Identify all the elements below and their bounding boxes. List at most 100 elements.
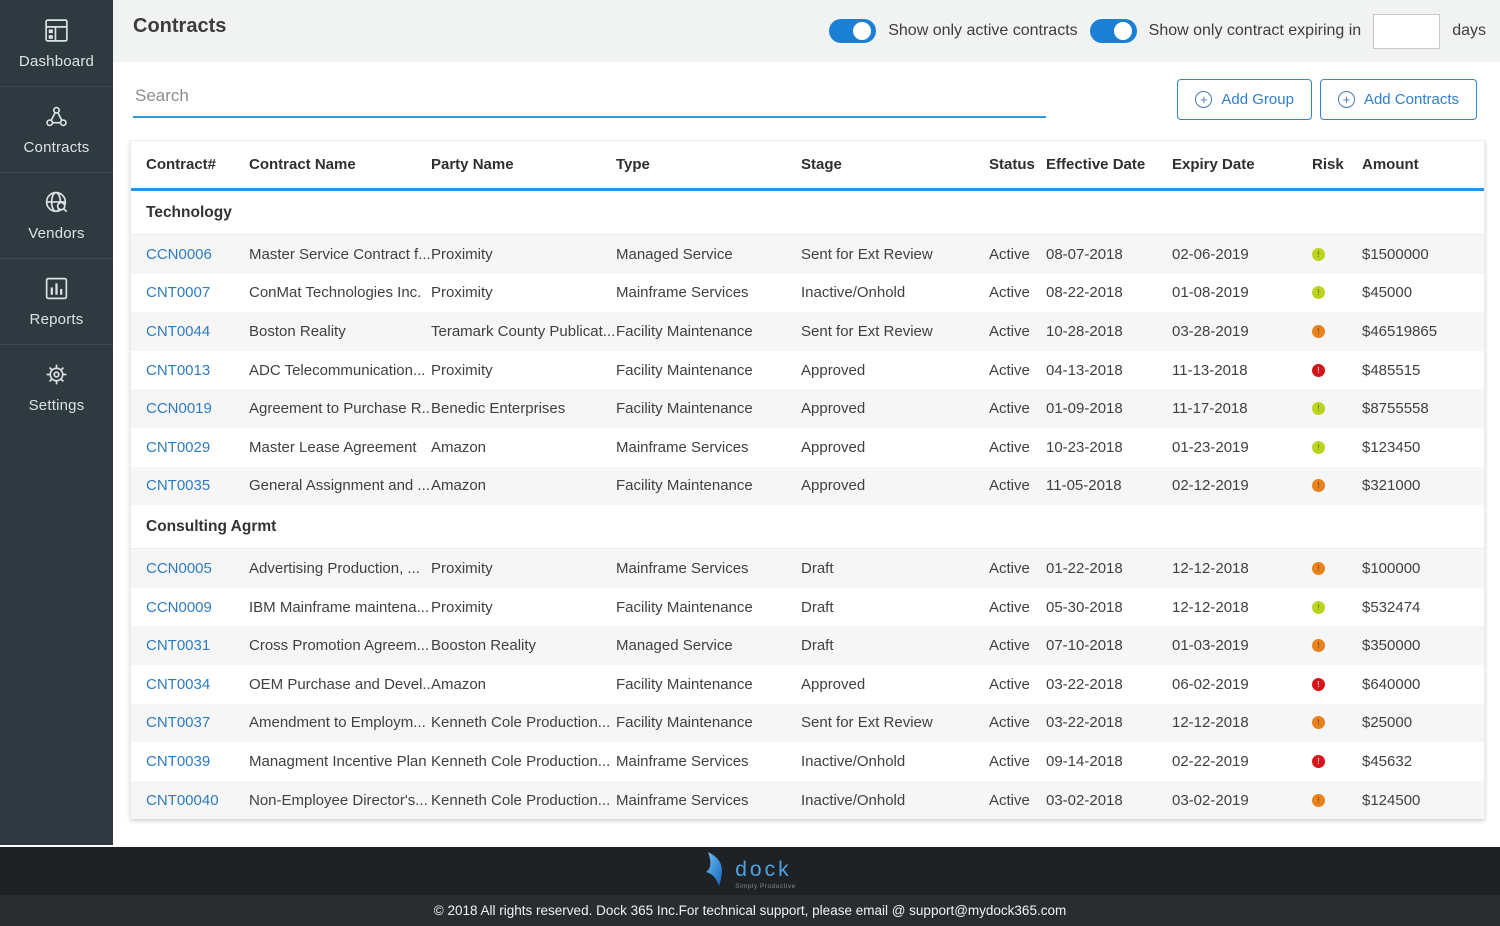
stage-cell: Sent for Ext Review bbox=[801, 246, 989, 263]
contract-number-link[interactable]: CNT0037 bbox=[146, 714, 210, 731]
group-header-row: Consulting Agrmt bbox=[131, 505, 1484, 549]
contract-number-link[interactable]: CNT0039 bbox=[146, 753, 210, 770]
contract-name-cell: ConMat Technologies Inc. bbox=[249, 284, 431, 301]
amount-cell: $1500000 bbox=[1362, 246, 1484, 263]
column-header[interactable]: Stage bbox=[801, 156, 989, 173]
days-suffix-label: days bbox=[1452, 22, 1486, 40]
add-contracts-label: Add Contracts bbox=[1364, 91, 1459, 108]
effective-date-cell: 10-23-2018 bbox=[1046, 439, 1172, 456]
status-cell: Active bbox=[989, 284, 1046, 301]
sidebar-item-reports[interactable]: Reports bbox=[0, 258, 113, 344]
effective-date-cell: 09-14-2018 bbox=[1046, 753, 1172, 770]
stage-cell: Approved bbox=[801, 400, 989, 417]
stage-cell: Approved bbox=[801, 362, 989, 379]
contract-number-link[interactable]: CNT00040 bbox=[146, 792, 219, 809]
contract-number-link[interactable]: CCN0009 bbox=[146, 599, 212, 616]
sidebar-item-settings[interactable]: Settings bbox=[0, 344, 113, 430]
column-header[interactable]: Status bbox=[989, 156, 1046, 173]
dock-logo-text: dock bbox=[735, 859, 796, 880]
page-title: Contracts bbox=[133, 15, 226, 38]
contract-name-cell: Master Lease Agreement bbox=[249, 439, 431, 456]
contract-number-link[interactable]: CNT0029 bbox=[146, 439, 210, 456]
contract-number-link[interactable]: CCN0019 bbox=[146, 400, 212, 417]
amount-cell: $321000 bbox=[1362, 477, 1484, 494]
add-group-label: Add Group bbox=[1221, 91, 1294, 108]
table-row: CNT0039 Managment Incentive Plan Kenneth… bbox=[131, 742, 1484, 781]
expiry-date-cell: 03-28-2019 bbox=[1172, 323, 1312, 340]
contract-number-link[interactable]: CNT0007 bbox=[146, 284, 210, 301]
footer-copyright: © 2018 All rights reserved. Dock 365 Inc… bbox=[0, 895, 1500, 926]
table-row: CNT0037 Amendment to Employm... Kenneth … bbox=[131, 704, 1484, 743]
contract-number-link[interactable]: CCN0006 bbox=[146, 246, 212, 263]
reports-icon bbox=[43, 275, 70, 302]
party-name-cell: Booston Reality bbox=[431, 637, 616, 654]
contract-number-link[interactable]: CNT0034 bbox=[146, 676, 210, 693]
table-row: CNT0034 OEM Purchase and Devel... Amazon… bbox=[131, 665, 1484, 704]
column-header[interactable]: Amount bbox=[1362, 156, 1484, 173]
column-header[interactable]: Effective Date bbox=[1046, 156, 1172, 173]
expiring-contracts-toggle[interactable] bbox=[1090, 19, 1137, 43]
type-cell: Mainframe Services bbox=[616, 792, 801, 809]
active-contracts-toggle[interactable] bbox=[829, 19, 876, 43]
stage-cell: Draft bbox=[801, 599, 989, 616]
contract-number-link[interactable]: CNT0031 bbox=[146, 637, 210, 654]
risk-indicator: ! bbox=[1312, 678, 1325, 691]
party-name-cell: Proximity bbox=[431, 246, 616, 263]
column-header[interactable]: Type bbox=[616, 156, 801, 173]
amount-cell: $532474 bbox=[1362, 599, 1484, 616]
expiry-date-cell: 02-12-2019 bbox=[1172, 477, 1312, 494]
sidebar-item-vendors[interactable]: Vendors bbox=[0, 172, 113, 258]
dock-logo-subtext: Simply Productive bbox=[735, 883, 796, 890]
status-cell: Active bbox=[989, 792, 1046, 809]
risk-indicator: ! bbox=[1312, 716, 1325, 729]
type-cell: Managed Service bbox=[616, 246, 801, 263]
party-name-cell: Benedic Enterprises bbox=[431, 400, 616, 417]
sidebar-item-contracts[interactable]: Contracts bbox=[0, 86, 113, 172]
effective-date-cell: 04-13-2018 bbox=[1046, 362, 1172, 379]
table-row: CNT0007 ConMat Technologies Inc. Proximi… bbox=[131, 274, 1484, 313]
effective-date-cell: 08-07-2018 bbox=[1046, 246, 1172, 263]
column-header[interactable]: Contract# bbox=[146, 156, 249, 173]
type-cell: Mainframe Services bbox=[616, 284, 801, 301]
risk-indicator: ! bbox=[1312, 441, 1325, 454]
contract-name-cell: ADC Telecommunication... bbox=[249, 362, 431, 379]
expiring-days-input[interactable] bbox=[1373, 14, 1440, 49]
type-cell: Facility Maintenance bbox=[616, 477, 801, 494]
contract-number-link[interactable]: CNT0013 bbox=[146, 362, 210, 379]
contract-number-link[interactable]: CCN0005 bbox=[146, 560, 212, 577]
risk-indicator: ! bbox=[1312, 601, 1325, 614]
toolbar: + Add Group + Add Contracts bbox=[113, 62, 1500, 140]
column-header[interactable]: Risk bbox=[1312, 156, 1362, 173]
status-cell: Active bbox=[989, 439, 1046, 456]
table-row: CCN0005 Advertising Production, ... Prox… bbox=[131, 549, 1484, 588]
amount-cell: $45632 bbox=[1362, 753, 1484, 770]
table-row: CNT0029 Master Lease Agreement Amazon Ma… bbox=[131, 428, 1484, 467]
add-contracts-button[interactable]: + Add Contracts bbox=[1320, 79, 1477, 120]
amount-cell: $25000 bbox=[1362, 714, 1484, 731]
contracts-table: Contract#Contract NameParty NameTypeStag… bbox=[130, 140, 1485, 819]
column-header[interactable]: Contract Name bbox=[249, 156, 431, 173]
expiry-date-cell: 01-03-2019 bbox=[1172, 637, 1312, 654]
contract-number-link[interactable]: CNT0044 bbox=[146, 323, 210, 340]
sidebar-item-dashboard[interactable]: Dashboard bbox=[0, 0, 113, 86]
expiring-contracts-toggle-label: Show only contract expiring in bbox=[1149, 22, 1362, 40]
stage-cell: Approved bbox=[801, 676, 989, 693]
expiry-date-cell: 12-12-2018 bbox=[1172, 714, 1312, 731]
status-cell: Active bbox=[989, 753, 1046, 770]
column-header[interactable]: Party Name bbox=[431, 156, 616, 173]
search-input[interactable] bbox=[133, 78, 1046, 118]
type-cell: Facility Maintenance bbox=[616, 323, 801, 340]
contract-number-link[interactable]: CNT0035 bbox=[146, 477, 210, 494]
effective-date-cell: 03-22-2018 bbox=[1046, 676, 1172, 693]
stage-cell: Inactive/Onhold bbox=[801, 753, 989, 770]
type-cell: Mainframe Services bbox=[616, 560, 801, 577]
status-cell: Active bbox=[989, 599, 1046, 616]
add-group-button[interactable]: + Add Group bbox=[1177, 79, 1312, 120]
column-header[interactable]: Expiry Date bbox=[1172, 156, 1312, 173]
contract-name-cell: Non-Employee Director's... bbox=[249, 792, 431, 809]
table-row: CCN0009 IBM Mainframe maintena... Proxim… bbox=[131, 588, 1484, 627]
expiry-date-cell: 01-23-2019 bbox=[1172, 439, 1312, 456]
vendors-icon bbox=[43, 189, 70, 216]
amount-cell: $45000 bbox=[1362, 284, 1484, 301]
risk-indicator: ! bbox=[1312, 639, 1325, 652]
